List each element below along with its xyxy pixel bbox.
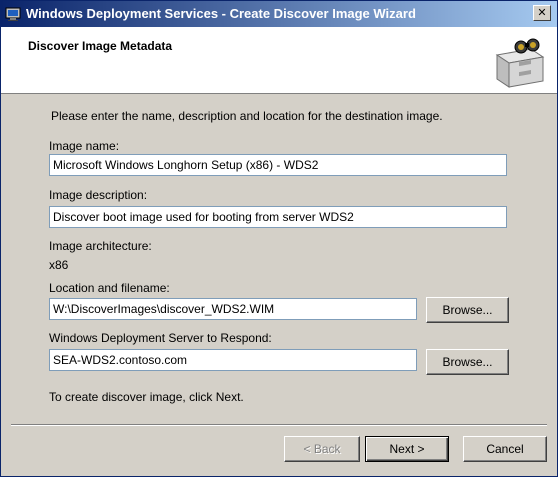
location-field[interactable]	[49, 298, 417, 320]
back-button[interactable]: < Back	[284, 436, 360, 462]
image-name-field[interactable]	[49, 154, 507, 176]
browse-location-button[interactable]: Browse...	[426, 297, 509, 323]
image-name-label: Image name:	[49, 139, 120, 153]
image-description-label: Image description:	[49, 188, 148, 202]
next-button[interactable]: Next >	[365, 436, 449, 462]
window-title: Windows Deployment Services - Create Dis…	[26, 6, 416, 21]
cancel-button[interactable]: Cancel	[463, 436, 547, 462]
image-architecture-label: Image architecture:	[49, 239, 152, 253]
footer-hint: To create discover image, click Next.	[49, 390, 244, 404]
button-divider	[11, 424, 547, 426]
filing-cabinet-binoculars-icon	[495, 38, 545, 88]
instruction-text: Please enter the name, description and l…	[51, 109, 443, 123]
app-icon	[5, 7, 21, 21]
location-label: Location and filename:	[49, 281, 170, 295]
image-description-field[interactable]	[49, 206, 507, 228]
server-field[interactable]	[49, 349, 417, 371]
close-icon: ✕	[537, 6, 547, 19]
server-label: Windows Deployment Server to Respond:	[49, 331, 272, 345]
close-button[interactable]: ✕	[533, 5, 551, 21]
wizard-header: Discover Image Metadata	[1, 27, 557, 94]
wizard-window: Windows Deployment Services - Create Dis…	[0, 0, 558, 477]
title-bar[interactable]: Windows Deployment Services - Create Dis…	[1, 1, 557, 27]
browse-server-button[interactable]: Browse...	[426, 349, 509, 375]
page-title: Discover Image Metadata	[28, 39, 173, 53]
image-architecture-value: x86	[49, 258, 69, 272]
